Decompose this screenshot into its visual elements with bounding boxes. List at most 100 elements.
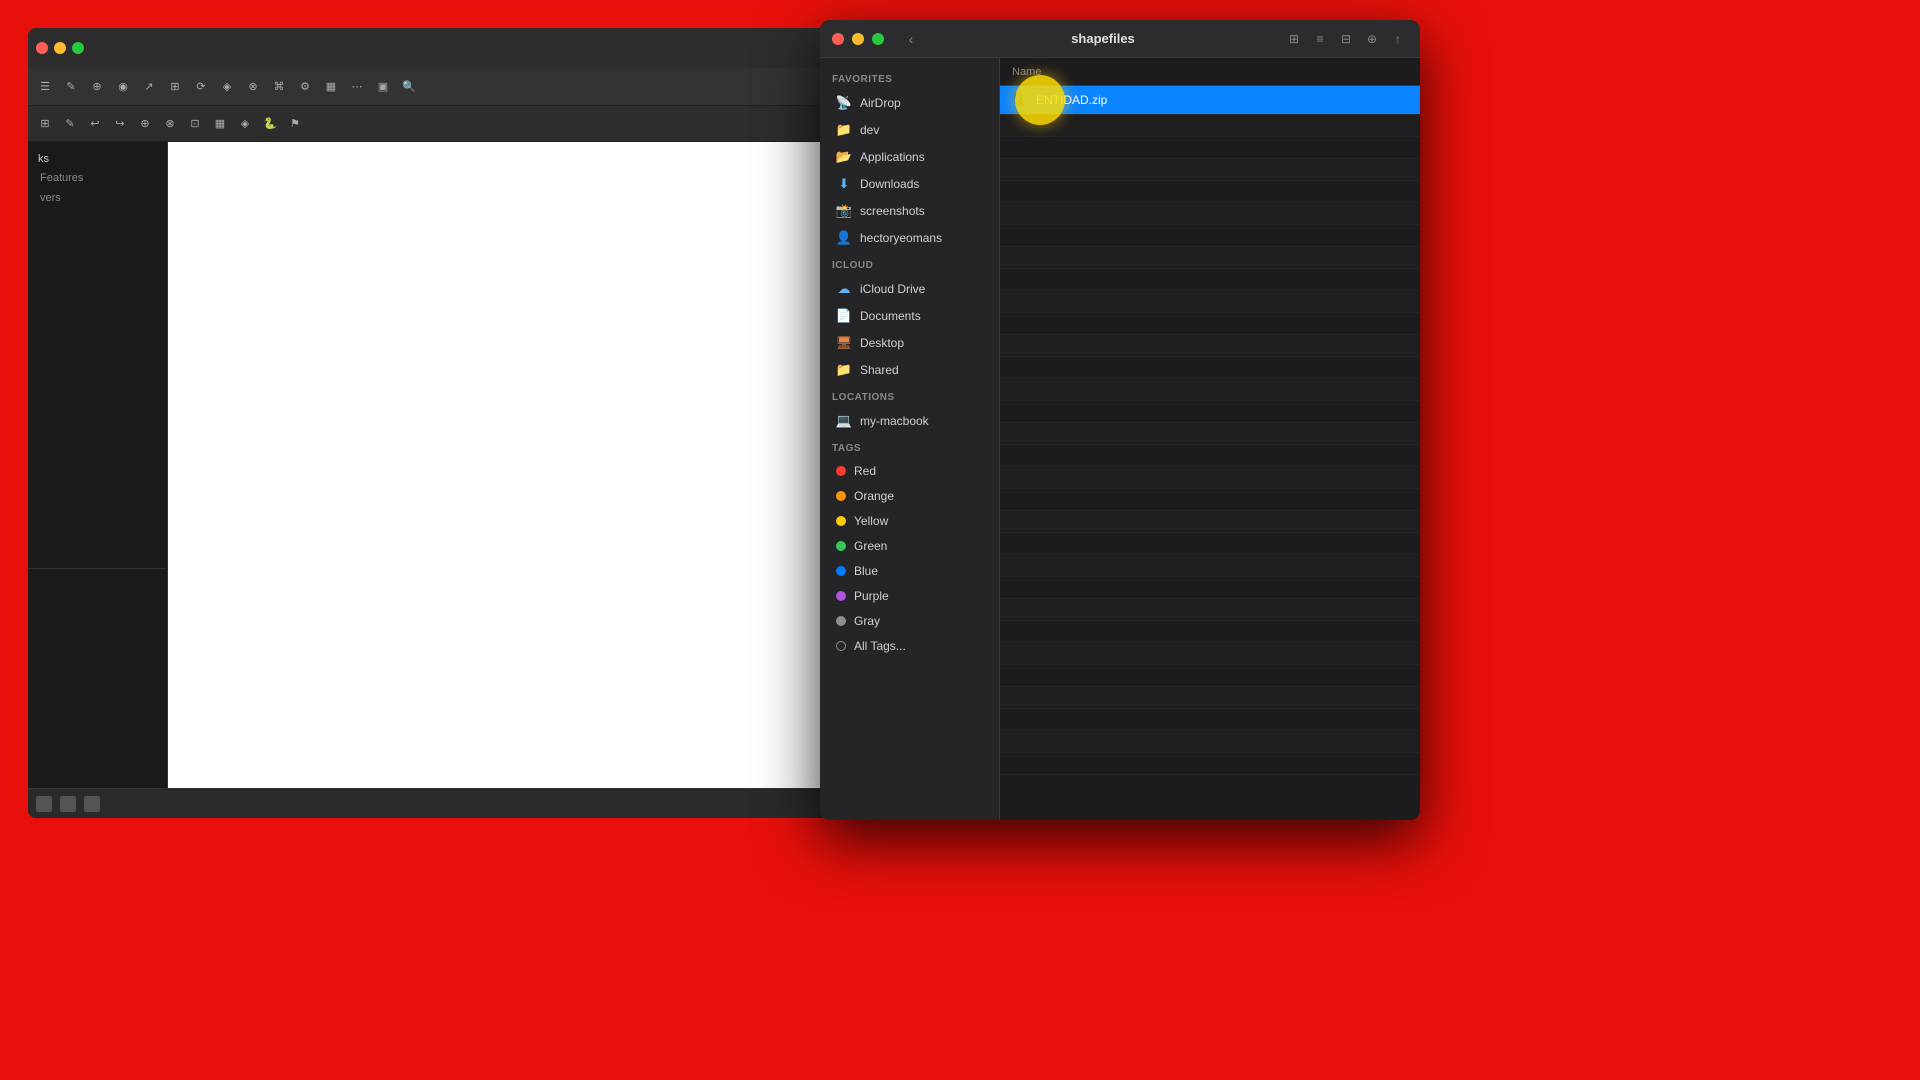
stripe-row-1 bbox=[1000, 115, 1420, 137]
toolbar-b-3[interactable]: ↩ bbox=[84, 113, 106, 135]
sidebar-item-screenshots[interactable]: 📸 screenshots bbox=[824, 198, 995, 224]
finder-share-icon[interactable]: ↑ bbox=[1388, 29, 1408, 49]
finder-close-button[interactable] bbox=[832, 33, 844, 45]
toolbar-icon-9[interactable]: ⊗ bbox=[242, 76, 264, 98]
toolbar-b-1[interactable]: ⊞ bbox=[34, 113, 56, 135]
finder-view-icon-1[interactable]: ⊞ bbox=[1284, 29, 1304, 49]
sidebar-item-dev[interactable]: 📁 dev bbox=[824, 117, 995, 143]
finder-file-list[interactable]: 🗜 ENTIDAD.zip bbox=[1000, 86, 1420, 820]
toolbar-b-11[interactable]: ⚑ bbox=[284, 113, 306, 135]
red-tag-dot bbox=[836, 466, 846, 476]
stripe-row-2 bbox=[1000, 137, 1420, 159]
sidebar-item-documents[interactable]: 📄 Documents bbox=[824, 303, 995, 329]
stripe-row-3 bbox=[1000, 159, 1420, 181]
toolbar-b-10[interactable]: 🐍 bbox=[259, 113, 281, 135]
applications-label: Applications bbox=[860, 150, 925, 164]
sidebar-item-shared[interactable]: 📁 Shared bbox=[824, 357, 995, 383]
finder-view-icon-2[interactable]: ≡ bbox=[1310, 29, 1330, 49]
status-icon-2[interactable] bbox=[60, 796, 76, 812]
toolbar-b-7[interactable]: ⊡ bbox=[184, 113, 206, 135]
editor-toolbar-top: ☰ ✎ ⊕ ◉ ↗ ⊞ ⟳ ◈ ⊗ ⌘ ⚙ ▦ ⋯ ▣ 🔍 bbox=[28, 68, 828, 106]
sidebar-item-ks[interactable]: ks bbox=[32, 150, 163, 168]
finder-view-icon-4[interactable]: ⊕ bbox=[1362, 29, 1382, 49]
sidebar-item-applications[interactable]: 📂 Applications bbox=[824, 144, 995, 170]
close-button[interactable] bbox=[36, 42, 48, 54]
dev-icon: 📁 bbox=[836, 122, 852, 138]
toolbar-b-9[interactable]: ◈ bbox=[234, 113, 256, 135]
name-column-header: Name bbox=[1012, 66, 1041, 78]
file-item-entidad[interactable]: 🗜 ENTIDAD.zip bbox=[1000, 86, 1420, 115]
user-label: hectoryeomans bbox=[860, 231, 942, 245]
sidebar-item-downloads[interactable]: ⬇ Downloads bbox=[824, 171, 995, 197]
toolbar-icon-11[interactable]: ⚙ bbox=[294, 76, 316, 98]
sidebar-item-macbook[interactable]: 💻 my-macbook bbox=[824, 408, 995, 434]
orange-tag-label: Orange bbox=[854, 489, 894, 503]
stripe-row-10 bbox=[1000, 313, 1420, 335]
stripe-row-26 bbox=[1000, 665, 1420, 687]
sidebar-item-tag-red[interactable]: Red bbox=[824, 459, 995, 483]
toolbar-b-4[interactable]: ↪ bbox=[109, 113, 131, 135]
toolbar-icon-4[interactable]: ◉ bbox=[112, 76, 134, 98]
editor-content-area: ks Features vers bbox=[28, 142, 828, 788]
finder-column-header: Name bbox=[1000, 58, 1420, 86]
toolbar-icon-8[interactable]: ◈ bbox=[216, 76, 238, 98]
sidebar-item-tag-yellow[interactable]: Yellow bbox=[824, 509, 995, 533]
finder-maximize-button[interactable] bbox=[872, 33, 884, 45]
purple-tag-label: Purple bbox=[854, 589, 889, 603]
toolbar-icon-5[interactable]: ↗ bbox=[138, 76, 160, 98]
stripe-row-8 bbox=[1000, 269, 1420, 291]
applications-icon: 📂 bbox=[836, 149, 852, 165]
sidebar-item-desktop[interactable]: 🖥 Desktop bbox=[824, 330, 995, 356]
sidebar-item-icloud-drive[interactable]: ☁ iCloud Drive bbox=[824, 276, 995, 302]
green-tag-label: Green bbox=[854, 539, 887, 553]
finder-back-button[interactable]: ‹ bbox=[900, 28, 922, 50]
toolbar-icon-6[interactable]: ⊞ bbox=[164, 76, 186, 98]
sidebar-item-tag-green[interactable]: Green bbox=[824, 534, 995, 558]
minimize-button[interactable] bbox=[54, 42, 66, 54]
toolbar-b-6[interactable]: ⊗ bbox=[159, 113, 181, 135]
toolbar-icon-1[interactable]: ☰ bbox=[34, 76, 56, 98]
status-icon-3[interactable] bbox=[84, 796, 100, 812]
sidebar-item-airdrop[interactable]: 📡 AirDrop bbox=[824, 90, 995, 116]
sidebar-item-all-tags[interactable]: All Tags... bbox=[824, 634, 995, 658]
toolbar-b-8[interactable]: ▦ bbox=[209, 113, 231, 135]
zip-file-icon: 🗜 bbox=[1012, 92, 1028, 108]
toolbar-icon-10[interactable]: ⌘ bbox=[268, 76, 290, 98]
status-icon-1[interactable] bbox=[36, 796, 52, 812]
yellow-tag-dot bbox=[836, 516, 846, 526]
finder-section-locations: Locations bbox=[820, 384, 999, 407]
finder-section-tags: Tags bbox=[820, 435, 999, 458]
macbook-label: my-macbook bbox=[860, 414, 929, 428]
all-tags-dot bbox=[836, 641, 846, 651]
stripe-row-16 bbox=[1000, 445, 1420, 467]
toolbar-icon-12[interactable]: ▦ bbox=[320, 76, 342, 98]
sidebar-item-tag-blue[interactable]: Blue bbox=[824, 559, 995, 583]
maximize-button[interactable] bbox=[72, 42, 84, 54]
blue-tag-label: Blue bbox=[854, 564, 878, 578]
toolbar-icon-14[interactable]: ▣ bbox=[372, 76, 394, 98]
toolbar-icon-3[interactable]: ⊕ bbox=[86, 76, 108, 98]
sidebar-item-user[interactable]: 👤 hectoryeomans bbox=[824, 225, 995, 251]
finder-view-icon-3[interactable]: ⊟ bbox=[1336, 29, 1356, 49]
sidebar-item-tag-purple[interactable]: Purple bbox=[824, 584, 995, 608]
stripe-row-11 bbox=[1000, 335, 1420, 357]
stripe-row-9 bbox=[1000, 291, 1420, 313]
toolbar-icon-2[interactable]: ✎ bbox=[60, 76, 82, 98]
toolbar-b-2[interactable]: ✎ bbox=[59, 113, 81, 135]
desktop-icon: 🖥 bbox=[836, 335, 852, 351]
editor-canvas[interactable] bbox=[168, 142, 828, 788]
sidebar-item-tag-orange[interactable]: Orange bbox=[824, 484, 995, 508]
purple-tag-dot bbox=[836, 591, 846, 601]
stripe-row-5 bbox=[1000, 203, 1420, 225]
toolbar-icon-13[interactable]: ⋯ bbox=[346, 76, 368, 98]
shared-icon: 📁 bbox=[836, 362, 852, 378]
screenshots-icon: 📸 bbox=[836, 203, 852, 219]
stripe-row-23 bbox=[1000, 599, 1420, 621]
finder-minimize-button[interactable] bbox=[852, 33, 864, 45]
editor-toolbar-bottom: ⊞ ✎ ↩ ↪ ⊕ ⊗ ⊡ ▦ ◈ 🐍 ⚑ bbox=[28, 106, 828, 142]
yellow-tag-label: Yellow bbox=[854, 514, 888, 528]
toolbar-icon-7[interactable]: ⟳ bbox=[190, 76, 212, 98]
toolbar-icon-15[interactable]: 🔍 bbox=[398, 76, 420, 98]
toolbar-b-5[interactable]: ⊕ bbox=[134, 113, 156, 135]
sidebar-item-tag-gray[interactable]: Gray bbox=[824, 609, 995, 633]
